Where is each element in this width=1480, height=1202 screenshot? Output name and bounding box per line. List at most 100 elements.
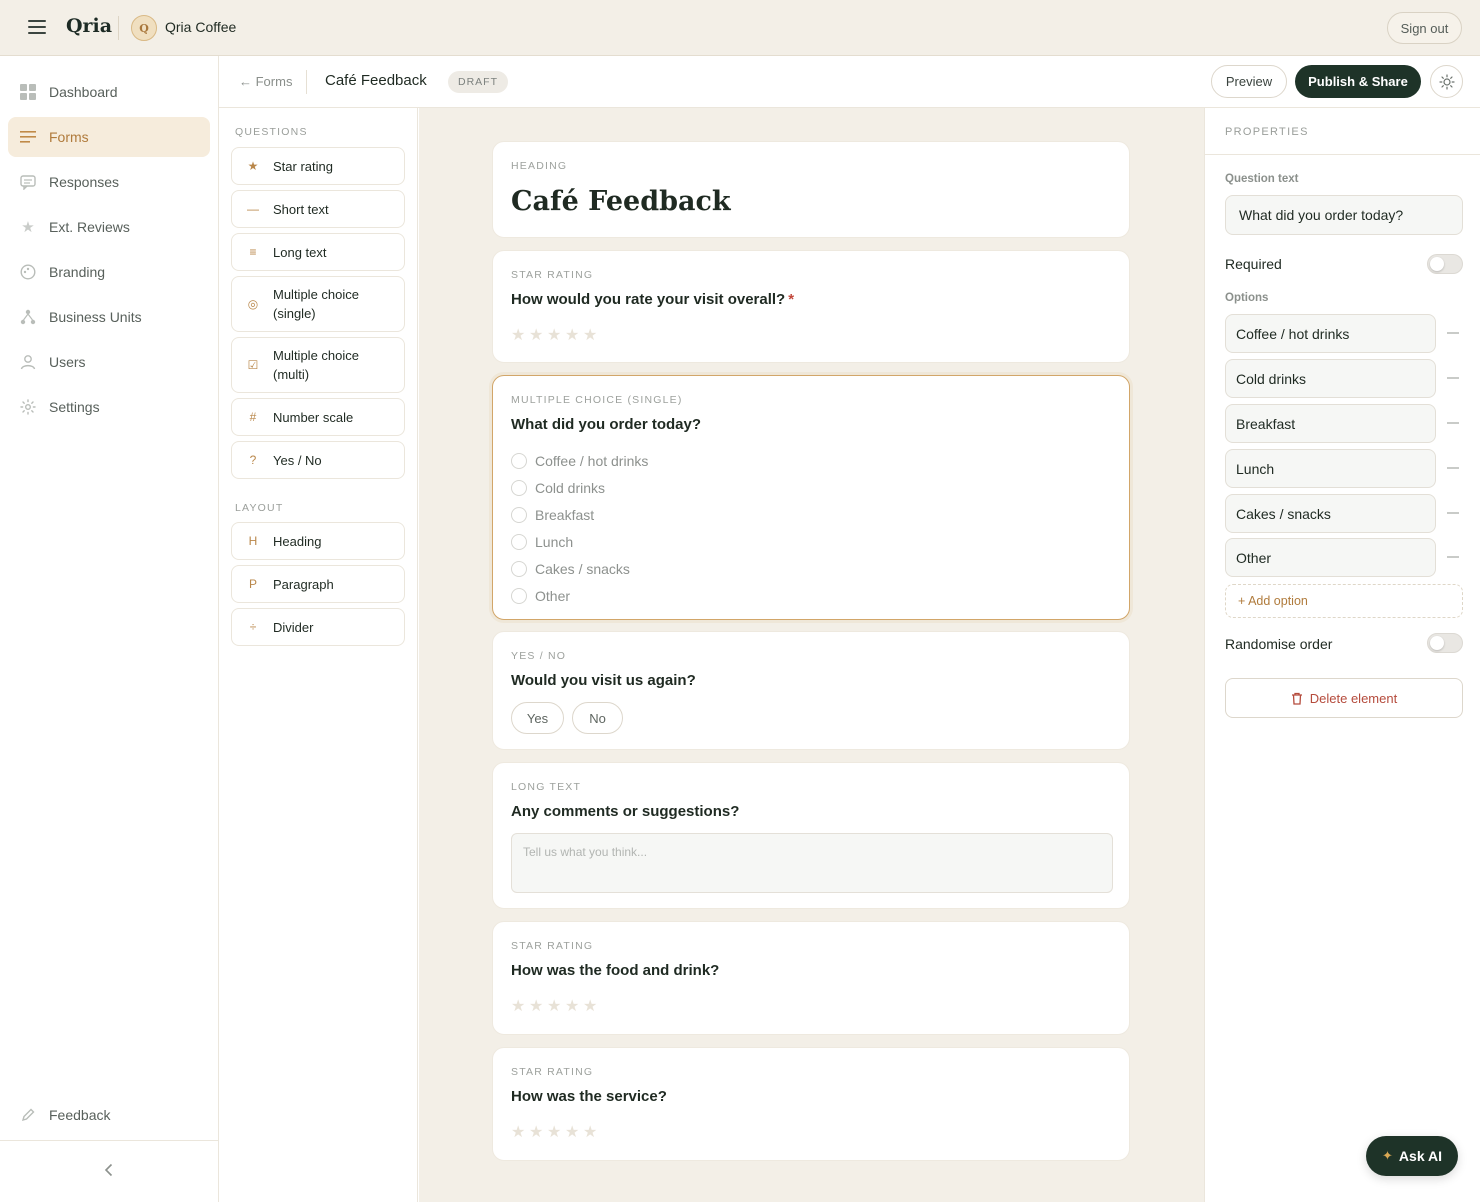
no-button[interactable]: No [572, 702, 623, 734]
palette-item-star-rating[interactable]: ★ Star rating [231, 147, 405, 185]
remove-option-icon[interactable] [1447, 332, 1459, 334]
option-input[interactable]: Cakes / snacks [1225, 494, 1436, 533]
element-type-label: HEADING [511, 160, 568, 172]
question-card-star-rating[interactable]: STAR RATING How would you rate your visi… [492, 250, 1130, 363]
remove-option-icon[interactable] [1447, 377, 1459, 379]
star-icon[interactable]: ★ [547, 325, 562, 345]
required-toggle[interactable] [1427, 254, 1463, 274]
option-input[interactable]: Coffee / hot drinks [1225, 314, 1436, 353]
editor-header: ← Forms Café Feedback DRAFT Preview Publ… [219, 56, 1480, 108]
radio-button[interactable] [511, 587, 527, 604]
palette-item-multiple-choice-multi[interactable]: ☑ Multiple choice (multi) [231, 337, 405, 393]
star-icon[interactable]: ★ [583, 996, 598, 1016]
sidebar-item-ext-reviews[interactable]: ★ Ext. Reviews [8, 207, 210, 247]
star-icon[interactable]: ★ [547, 996, 562, 1016]
remove-option-icon[interactable] [1447, 512, 1459, 514]
star-icon[interactable]: ★ [583, 1122, 598, 1142]
star-rating-input[interactable]: ★ ★ ★ ★ ★ [511, 325, 598, 345]
add-option-button[interactable]: + Add option [1225, 584, 1463, 618]
palette-item-yes-no[interactable]: ? Yes / No [231, 441, 405, 479]
sidebar-item-label: Dashboard [49, 84, 118, 100]
sign-out-button[interactable]: Sign out [1387, 12, 1462, 44]
divider [1205, 154, 1480, 155]
sidebar-item-branding[interactable]: Branding [8, 252, 210, 292]
option-item[interactable]: Lunch [511, 528, 648, 555]
org-name[interactable]: Qria Coffee [165, 19, 236, 35]
star-rating-input[interactable]: ★ ★ ★ ★ ★ [511, 996, 598, 1016]
option-input[interactable]: Other [1225, 538, 1436, 577]
required-label: Required [1225, 256, 1282, 272]
ask-ai-button[interactable]: ✦ Ask AI [1366, 1136, 1458, 1176]
option-label: Breakfast [535, 506, 595, 523]
question-card-multiple-choice[interactable]: MULTIPLE CHOICE (SINGLE) What did you or… [492, 375, 1130, 620]
star-icon[interactable]: ★ [529, 1122, 544, 1142]
palette-item-label: Long text [273, 244, 327, 260]
ask-ai-label: Ask AI [1398, 1148, 1442, 1164]
question-card-long-text[interactable]: LONG TEXT Any comments or suggestions? T… [492, 762, 1130, 909]
heading-card[interactable]: HEADING Café Feedback [492, 141, 1130, 238]
back-to-forms-link[interactable]: ← Forms [239, 74, 292, 89]
sidebar-item-feedback[interactable]: Feedback [8, 1095, 210, 1135]
option-item[interactable]: Cold drinks [511, 474, 648, 501]
palette-item-long-text[interactable]: ≡ Long text [231, 233, 405, 271]
star-icon[interactable]: ★ [565, 996, 580, 1016]
star-icon[interactable]: ★ [565, 325, 580, 345]
radio-button[interactable] [511, 560, 527, 577]
question-card-yes-no[interactable]: YES / NO Would you visit us again? Yes N… [492, 631, 1130, 750]
remove-option-icon[interactable] [1447, 556, 1459, 558]
star-icon[interactable]: ★ [511, 325, 526, 345]
question-card-star-rating[interactable]: STAR RATING How was the food and drink? … [492, 921, 1130, 1035]
theme-toggle-button[interactable] [1430, 65, 1463, 98]
randomise-toggle[interactable] [1427, 633, 1463, 653]
palette-item-divider[interactable]: ÷ Divider [231, 608, 405, 646]
palette-item-multiple-choice-single[interactable]: ◎ Multiple choice (single) [231, 276, 405, 332]
remove-option-icon[interactable] [1447, 467, 1459, 469]
option-item[interactable]: Other [511, 582, 648, 609]
sidebar-item-users[interactable]: Users [8, 342, 210, 382]
sidebar-item-settings[interactable]: Settings [8, 387, 210, 427]
sidebar-item-responses[interactable]: Responses [8, 162, 210, 202]
comments-textarea[interactable]: Tell us what you think... [511, 833, 1113, 893]
radio-button[interactable] [511, 533, 527, 550]
star-icon[interactable]: ★ [511, 996, 526, 1016]
remove-option-icon[interactable] [1447, 422, 1459, 424]
star-icon[interactable]: ★ [583, 325, 598, 345]
preview-button[interactable]: Preview [1211, 65, 1287, 98]
option-item[interactable]: Breakfast [511, 501, 648, 528]
sidebar-item-dashboard[interactable]: Dashboard [8, 72, 210, 112]
radio-button[interactable] [511, 479, 527, 496]
star-rating-input[interactable]: ★ ★ ★ ★ ★ [511, 1122, 598, 1142]
publish-share-button[interactable]: Publish & Share [1295, 65, 1421, 98]
org-avatar[interactable]: Q [131, 15, 157, 41]
app-logo[interactable]: Qria [66, 15, 112, 37]
question-card-star-rating[interactable]: STAR RATING How was the service? ★ ★ ★ ★ ★ [492, 1047, 1130, 1161]
radio-button[interactable] [511, 506, 527, 523]
star-icon[interactable]: ★ [511, 1122, 526, 1142]
star-icon[interactable]: ★ [565, 1122, 580, 1142]
star-icon[interactable]: ★ [529, 996, 544, 1016]
option-item[interactable]: Coffee / hot drinks [511, 447, 648, 474]
option-label: Cold drinks [535, 479, 606, 496]
palette-item-short-text[interactable]: — Short text [231, 190, 405, 228]
palette-item-paragraph[interactable]: P Paragraph [231, 565, 405, 603]
option-item[interactable]: Cakes / snacks [511, 555, 648, 582]
question-icon: ? [249, 453, 257, 467]
option-input[interactable]: Cold drinks [1225, 359, 1436, 398]
sidebar-item-business-units[interactable]: Business Units [8, 297, 210, 337]
radio-button[interactable] [511, 452, 527, 469]
palette-item-label: Multiple choice (single) [273, 287, 359, 321]
palette-item-number-scale[interactable]: # Number scale [231, 398, 405, 436]
gear-icon [19, 398, 37, 416]
chevron-left-icon[interactable] [100, 1161, 118, 1179]
star-icon[interactable]: ★ [529, 325, 544, 345]
sidebar-item-forms[interactable]: Forms [8, 117, 210, 157]
option-input[interactable]: Lunch [1225, 449, 1436, 488]
star-icon[interactable]: ★ [547, 1122, 562, 1142]
option-input[interactable]: Breakfast [1225, 404, 1436, 443]
delete-element-button[interactable]: Delete element [1225, 678, 1463, 718]
palette-item-heading[interactable]: H Heading [231, 522, 405, 560]
yes-button[interactable]: Yes [511, 702, 564, 734]
question-text-input[interactable]: What did you order today? [1225, 195, 1463, 235]
menu-icon[interactable] [28, 20, 46, 34]
element-type-label: STAR RATING [511, 940, 594, 952]
